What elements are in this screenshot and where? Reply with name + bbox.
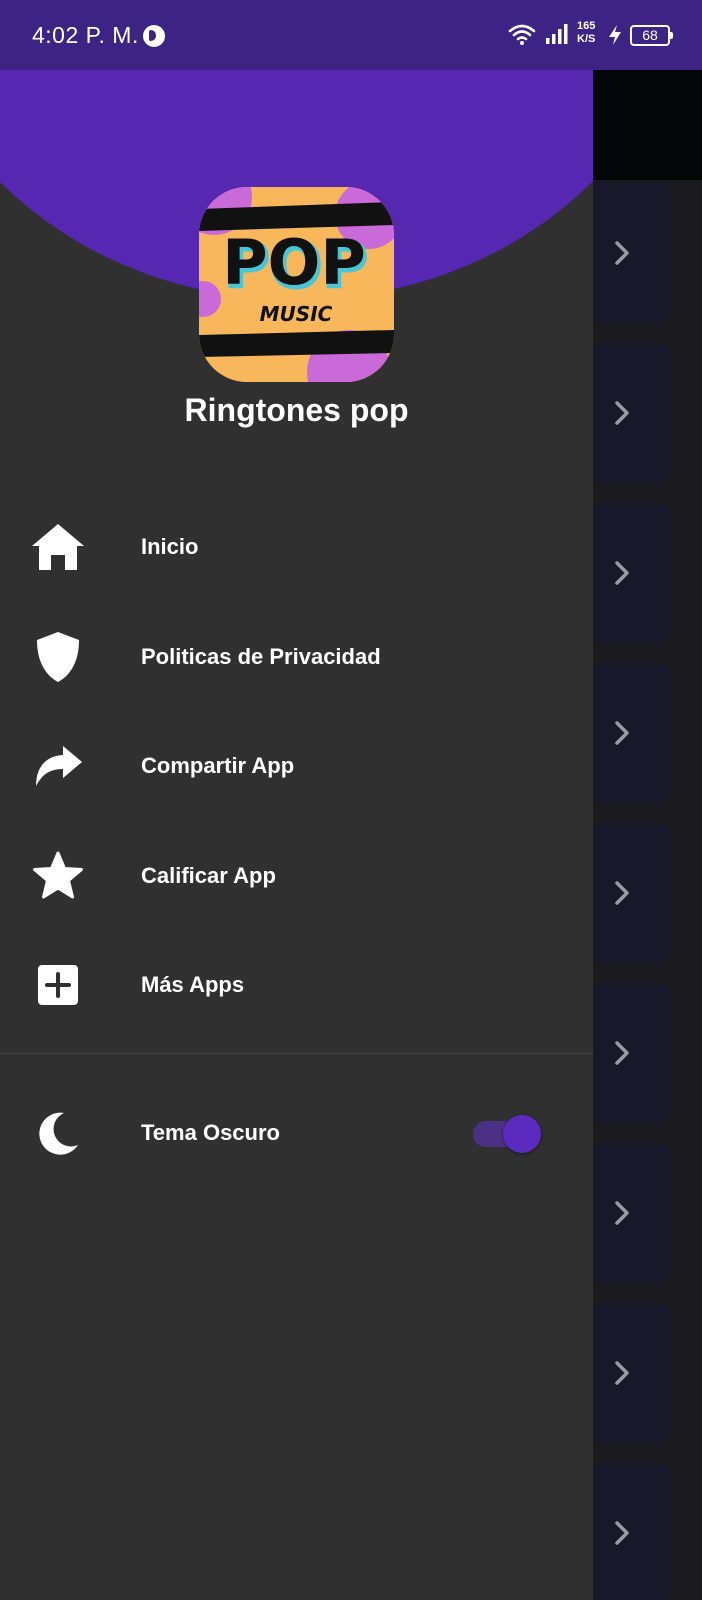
chevron-right-icon [615, 721, 629, 745]
menu-item-inicio[interactable]: Inicio [0, 497, 593, 597]
chevron-right-icon [615, 401, 629, 425]
menu-item-label: Más Apps [141, 972, 245, 997]
network-speed-unit: K/S [577, 33, 596, 45]
chevron-right-icon [615, 1201, 629, 1225]
navigation-drawer: POP POP MUSIC Ringtones pop Inicio Polit… [0, 0, 593, 1600]
svg-text:POP: POP [222, 226, 366, 299]
plus-square-icon [30, 957, 86, 1013]
moon-icon [30, 1105, 86, 1161]
network-speed: 165 K/S [577, 20, 595, 46]
screen: POP POP MUSIC Ringtones pop Inicio Polit… [0, 0, 702, 1600]
home-icon [30, 519, 86, 575]
menu-item-rate-app[interactable]: Calificar App [0, 826, 593, 926]
app-title: Ringtones pop [184, 392, 409, 428]
star-icon [30, 848, 86, 904]
chevron-right-icon [615, 241, 629, 265]
share-icon [30, 738, 86, 794]
chevron-right-icon [615, 1361, 629, 1385]
menu-item-privacy-policy[interactable]: Politicas de Privacidad [0, 607, 593, 707]
chevron-right-icon [615, 561, 629, 585]
status-bar: 4:02 P. M. 165 K/S 68 [0, 0, 702, 70]
dark-theme-toggle[interactable] [473, 1113, 543, 1153]
menu-item-label: Tema Oscuro [141, 1120, 280, 1145]
wifi-icon [508, 24, 536, 45]
app-logo: POP POP MUSIC [199, 187, 394, 382]
menu-item-label: Calificar App [141, 863, 276, 888]
toggle-thumb [503, 1115, 541, 1153]
menu-item-more-apps[interactable]: Más Apps [0, 935, 593, 1035]
charging-bolt-icon [609, 25, 621, 45]
notification-app-icon [143, 25, 165, 47]
chevron-right-icon [615, 881, 629, 905]
menu-item-label: Politicas de Privacidad [141, 644, 381, 669]
menu-item-label: Inicio [141, 534, 199, 559]
status-time: 4:02 P. M. [32, 22, 139, 48]
signal-icon [546, 24, 568, 44]
battery-indicator: 68 [630, 25, 673, 46]
network-speed-value: 165 [577, 20, 596, 32]
chevron-right-icon [615, 1521, 629, 1545]
svg-text:MUSIC: MUSIC [260, 302, 333, 326]
menu-divider [0, 1053, 593, 1054]
shield-icon [30, 629, 86, 685]
menu-item-label: Compartir App [141, 753, 295, 778]
menu-item-share-app[interactable]: Compartir App [0, 716, 593, 816]
chevron-right-icon [615, 1041, 629, 1065]
